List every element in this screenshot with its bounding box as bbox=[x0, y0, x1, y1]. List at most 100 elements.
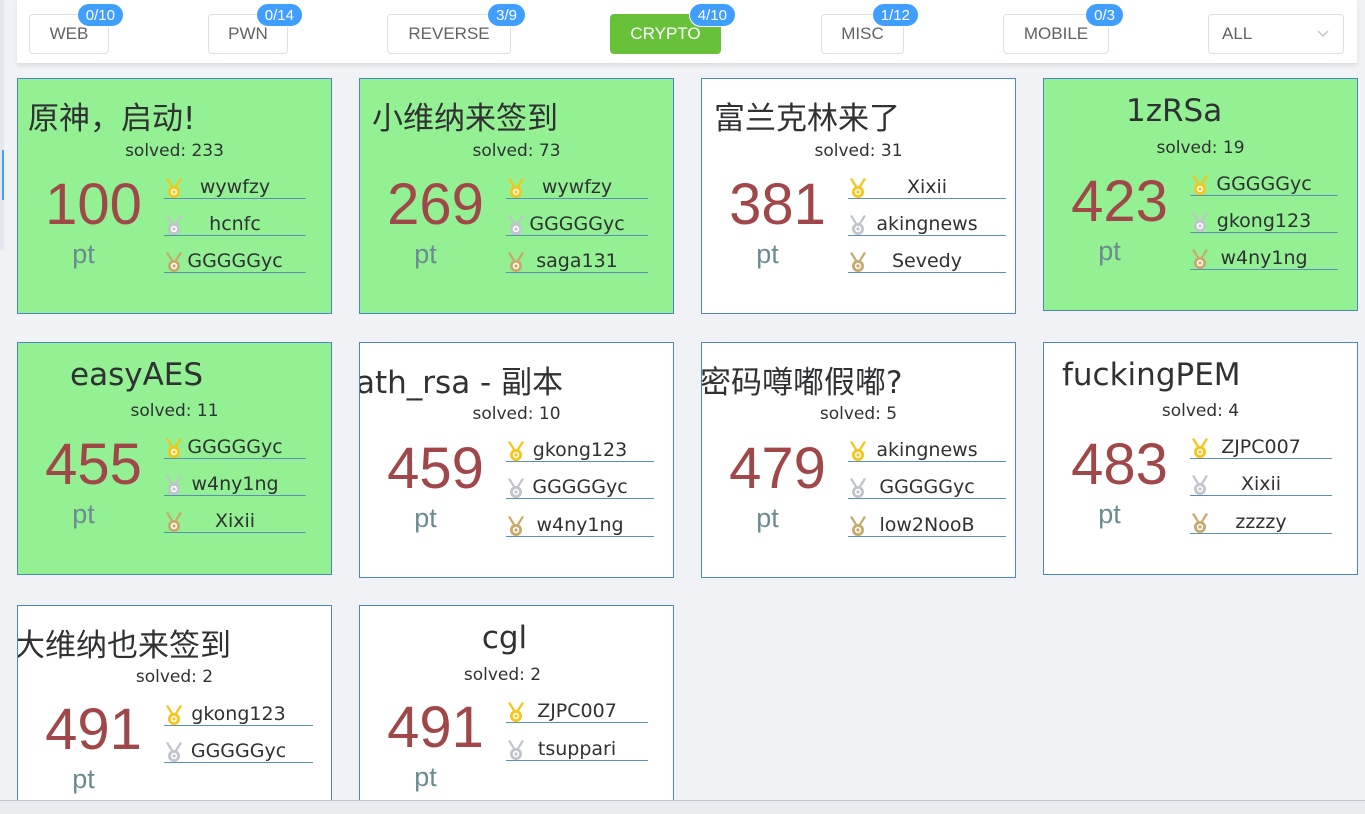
solved-count: solved: 4 bbox=[1161, 401, 1240, 421]
solver-name: GGGGGyc bbox=[190, 740, 287, 762]
solver-first: akingnews bbox=[848, 438, 1006, 462]
solver-second: GGGGGyc bbox=[506, 475, 654, 499]
score-unit: pt bbox=[414, 239, 437, 269]
score-unit: pt bbox=[1098, 499, 1121, 529]
challenge-card[interactable]: 1zRSa solved: 19 423 pt GGGGGyc gkong123… bbox=[1043, 78, 1358, 311]
solver-second: tsuppari bbox=[506, 737, 648, 761]
solved-count: solved: 11 bbox=[130, 401, 219, 421]
solver-first: ZJPC007 bbox=[506, 699, 648, 723]
score-unit: pt bbox=[756, 239, 779, 269]
challenge-card[interactable]: easyAES solved: 11 455 pt GGGGGyc w4ny1n… bbox=[17, 342, 332, 575]
chevron-down-icon bbox=[1317, 30, 1329, 38]
solver-first: gkong123 bbox=[164, 702, 313, 726]
challenge-title: 大维纳也来签到 bbox=[17, 628, 231, 664]
challenge-card[interactable]: ath_rsa - 副本 solved: 10 459 pt gkong123 … bbox=[359, 342, 674, 578]
solved-count: solved: 5 bbox=[819, 404, 898, 424]
tab-reverse[interactable]: REVERSE 3/9 bbox=[387, 3, 526, 54]
challenge-card[interactable]: 富兰克林来了 solved: 31 381 pt Xixii akingnews… bbox=[701, 78, 1016, 314]
solver-name: gkong123 bbox=[1216, 210, 1312, 232]
tab-label: REVERSE bbox=[408, 24, 490, 43]
challenge-title: cgl bbox=[481, 620, 528, 656]
challenge-score: 269 bbox=[387, 172, 484, 237]
challenge-card[interactable]: 密码噂嘟假嘟? solved: 5 479 pt akingnews GGGGG… bbox=[701, 342, 1016, 578]
solver-second: GGGGGyc bbox=[164, 739, 313, 763]
solver-name: GGGGGyc bbox=[529, 213, 625, 235]
solver-name: wywfzy bbox=[199, 176, 271, 198]
solver-first: GGGGGyc bbox=[1190, 172, 1338, 196]
solver-name: w4ny1ng bbox=[536, 514, 624, 536]
solver-second: GGGGGyc bbox=[506, 212, 648, 236]
challenge-title: 富兰克林来了 bbox=[714, 101, 900, 137]
solver-name: akingnews bbox=[876, 213, 978, 235]
challenge-score: 491 bbox=[387, 695, 484, 760]
solver-second: gkong123 bbox=[1190, 209, 1338, 233]
side-scroll-indicator bbox=[0, 0, 4, 250]
solver-name: GGGGGyc bbox=[532, 476, 628, 498]
solved-count: solved: 233 bbox=[125, 141, 224, 161]
solved-count: solved: 2 bbox=[463, 665, 542, 685]
solver-third: Sevedy bbox=[848, 249, 1006, 273]
solver-name: GGGGGyc bbox=[1216, 173, 1312, 195]
solved-count: solved: 19 bbox=[1156, 138, 1245, 158]
challenge-card[interactable]: 大维纳也来签到 solved: 2 491 pt gkong123 GGGGGy… bbox=[17, 605, 332, 805]
solved-count: solved: 10 bbox=[472, 404, 561, 424]
solver-name: w4ny1ng bbox=[1220, 247, 1308, 269]
challenge-card[interactable]: 原神，启动! solved: 233 100 pt wywfzy hcnfc G… bbox=[17, 78, 332, 314]
challenge-score: 491 bbox=[45, 697, 142, 762]
solver-second: akingnews bbox=[848, 212, 1006, 236]
tab-mobile[interactable]: MOBILE 0/3 bbox=[1003, 3, 1124, 54]
solver-first: GGGGGyc bbox=[164, 435, 306, 459]
solver-third: low2NooB bbox=[848, 513, 1006, 537]
challenge-score: 381 bbox=[729, 172, 826, 237]
solver-name: saga131 bbox=[536, 250, 618, 272]
challenge-title: 1zRSa bbox=[1126, 93, 1223, 129]
filter-select[interactable]: ALL bbox=[1208, 14, 1344, 54]
solver-name: GGGGGyc bbox=[187, 250, 283, 272]
tab-pwn[interactable]: PWN 0/14 bbox=[208, 3, 303, 54]
challenge-card[interactable]: cgl solved: 2 491 pt ZJPC007 tsuppari bbox=[359, 605, 674, 805]
challenge-score: 455 bbox=[45, 432, 142, 497]
challenge-title: fuckingPEM bbox=[1062, 357, 1241, 393]
solved-count: solved: 31 bbox=[814, 141, 903, 161]
solver-third: w4ny1ng bbox=[506, 513, 654, 537]
challenge-card[interactable]: 小维纳来签到 solved: 73 269 pt wywfzy GGGGGyc … bbox=[359, 78, 674, 314]
tab-misc[interactable]: MISC 1/12 bbox=[821, 3, 919, 54]
horizontal-scrollbar[interactable] bbox=[0, 800, 1365, 814]
tab-web[interactable]: WEB 0/10 bbox=[29, 3, 124, 54]
challenge-score: 423 bbox=[1071, 169, 1168, 234]
solver-name: hcnfc bbox=[209, 213, 261, 235]
solver-name: Sevedy bbox=[892, 250, 962, 272]
solved-count: solved: 2 bbox=[135, 667, 214, 687]
solver-second: hcnfc bbox=[164, 212, 306, 236]
score-unit: pt bbox=[756, 503, 779, 533]
solver-name: Xixii bbox=[906, 176, 948, 198]
solver-first: gkong123 bbox=[506, 438, 654, 462]
solver-third: Xixii bbox=[164, 509, 306, 533]
challenge-title: easyAES bbox=[70, 357, 204, 393]
challenge-title: 原神，启动! bbox=[28, 101, 196, 137]
solver-name: Xixii bbox=[1240, 473, 1282, 495]
solver-first: Xixii bbox=[848, 175, 1006, 199]
challenge-card[interactable]: fuckingPEM solved: 4 483 pt ZJPC007 Xixi… bbox=[1043, 342, 1358, 575]
solver-name: zzzzy bbox=[1235, 511, 1287, 533]
tab-count-badge: 3/9 bbox=[487, 3, 526, 27]
score-unit: pt bbox=[72, 499, 95, 529]
solver-name: GGGGGyc bbox=[187, 436, 283, 458]
solver-name: gkong123 bbox=[532, 439, 628, 461]
challenge-score: 479 bbox=[729, 436, 826, 501]
score-unit: pt bbox=[414, 762, 437, 792]
filter-selected-value: ALL bbox=[1222, 24, 1253, 43]
score-unit: pt bbox=[1098, 236, 1121, 266]
tab-count-badge: 0/14 bbox=[255, 3, 303, 27]
tab-count-badge: 4/10 bbox=[688, 3, 736, 27]
solver-name: tsuppari bbox=[537, 738, 617, 760]
score-unit: pt bbox=[414, 503, 437, 533]
solver-third: zzzzy bbox=[1190, 510, 1332, 534]
challenge-title: ath_rsa - 副本 bbox=[359, 365, 564, 401]
active-indicator bbox=[2, 150, 4, 200]
tab-count-badge: 0/10 bbox=[76, 3, 124, 27]
tab-crypto[interactable]: CRYPTO 4/10 bbox=[610, 3, 736, 54]
solver-name: GGGGGyc bbox=[879, 476, 975, 498]
tab-label: PWN bbox=[228, 24, 268, 43]
tab-label: MOBILE bbox=[1023, 24, 1089, 43]
